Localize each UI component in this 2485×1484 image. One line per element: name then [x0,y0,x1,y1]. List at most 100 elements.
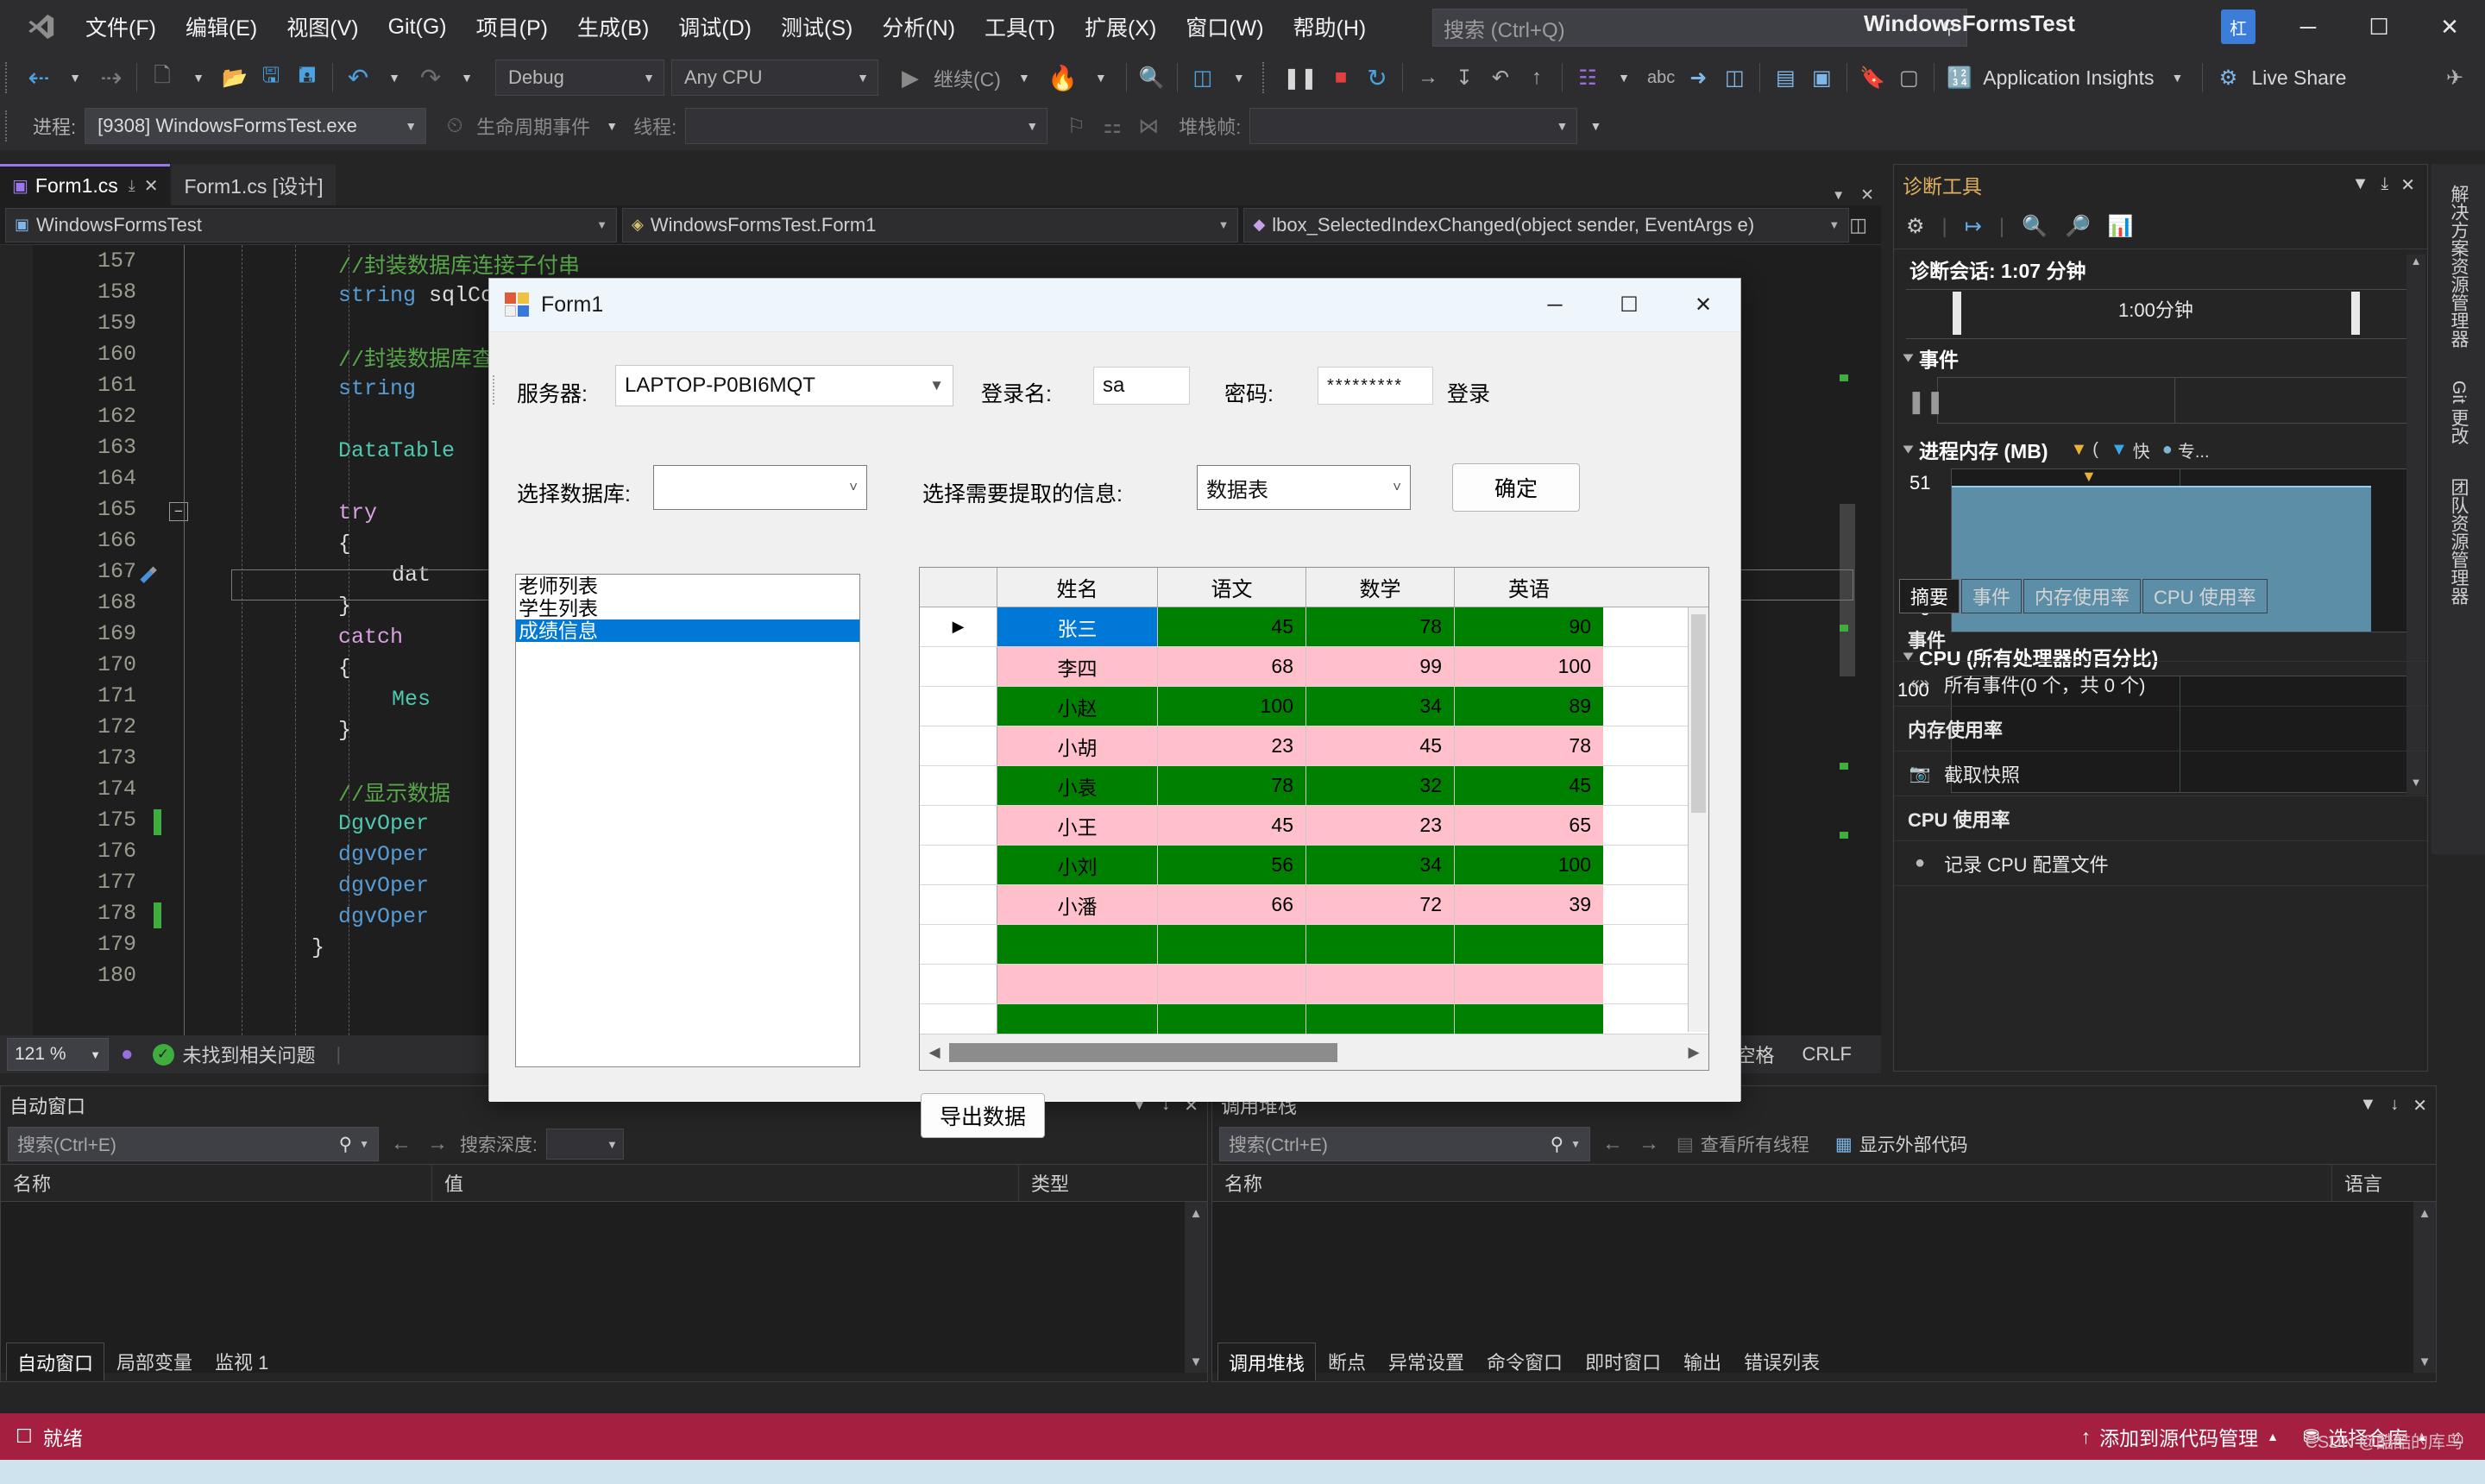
table-row[interactable]: ▶ 张三 45 78 90 [920,607,1708,647]
process-select[interactable]: [9308] WindowsFormsTest.exe ▼ [85,108,427,144]
vtab-solution-explorer[interactable]: 解决方案资源管理器 [2442,173,2475,360]
ptab-immediate-window[interactable]: 即时窗口 [1575,1343,1671,1380]
close-icon[interactable]: ✕ [2413,1095,2427,1116]
autos-col-name[interactable]: 名称 [1,1164,432,1202]
chart-icon[interactable]: 📊 [2108,214,2134,239]
window-layout-icon[interactable]: ◫ [1185,59,1221,97]
grid-col-math[interactable]: 数学 [1306,568,1455,607]
close-icon[interactable]: ✕ [144,175,159,197]
menu-item-help[interactable]: 帮助(H) [1279,4,1381,49]
flag-group-icon[interactable]: ⚏ [1094,107,1130,145]
table-cell[interactable]: 65 [1455,806,1603,845]
undo-icon[interactable]: ↶ [340,59,376,97]
table-cell[interactable] [1455,965,1603,1003]
code-line[interactable]: dat [392,559,431,590]
vtab-team-explorer[interactable]: 团队资源管理器 [2442,466,2475,617]
dtab-summary[interactable]: 摘要 [1899,579,1960,613]
table-cell[interactable]: 78 [1455,726,1603,765]
menu-item-edit[interactable]: 编辑(E) [171,4,272,49]
eol-indicator[interactable]: CRLF [1802,1043,1852,1066]
ptab-call-stack[interactable]: 调用堆栈 [1217,1343,1317,1380]
minimize-button[interactable]: ─ [2273,0,2343,53]
dtab-events[interactable]: 事件 [1961,579,2023,613]
login-button[interactable]: 登录 [1447,377,1490,408]
export-data-button[interactable]: 导出数据 [921,1093,1045,1138]
row-header[interactable] [920,846,997,884]
list-item[interactable]: 学生列表 [516,597,859,619]
summary-take-snapshot-row[interactable]: 📷 截取快照 [1894,751,2427,796]
table-cell[interactable] [1455,925,1603,964]
call-stack-scrollbar[interactable]: ▲ ▼ [2413,1202,2436,1373]
row-header[interactable] [920,965,997,1003]
table-row[interactable]: 小刘 56 34 100 [920,846,1708,885]
list-item[interactable]: 老师列表 [516,575,859,597]
lifecycle-dropdown-icon[interactable]: ▼ [594,107,630,145]
table-cell[interactable]: 89 [1455,687,1603,726]
summary-record-cpu-row[interactable]: ● 记录 CPU 配置文件 [1894,841,2427,886]
tab-strip-close-icon[interactable]: ✕ [1860,186,1874,205]
new-item-icon[interactable]: 🗋 [144,59,180,97]
vtab-git-changes[interactable]: Git 更改 [2442,368,2475,457]
ptab-autos[interactable]: 自动窗口 [6,1343,105,1380]
stop-icon[interactable]: ■ [1323,59,1359,97]
flag-icon[interactable]: ⚐ [1058,107,1094,145]
form-close-button[interactable]: ✕ [1666,279,1740,332]
menu-item-project[interactable]: 项目(P) [462,4,563,49]
table-row[interactable]: 小袁 78 32 45 [920,766,1708,806]
pin-icon[interactable]: ↓ [2390,1095,2399,1116]
grid-vscroll-thumb[interactable] [1691,614,1706,813]
code-line[interactable]: DataTable [338,435,455,466]
menu-item-debug[interactable]: 调试(D) [664,4,766,49]
editor-scrollbar[interactable] [1836,245,1859,1035]
debug-toolbar-grip[interactable] [5,110,16,141]
table-cell[interactable]: 39 [1455,885,1603,924]
scroll-left-icon[interactable]: ◀ [920,1044,949,1061]
solution-configuration-select[interactable]: Debug ▼ [495,60,664,96]
live-share-button[interactable]: Live Share [2246,59,2351,97]
table-cell[interactable]: 小刘 [997,846,1158,884]
hot-reload-dropdown-icon[interactable]: ▼ [1083,59,1119,97]
form-maximize-button[interactable]: ☐ [1592,279,1666,332]
table-cell[interactable]: 78 [1158,766,1306,805]
search-depth-select[interactable]: ▼ [545,1129,624,1160]
tab-form1-cs[interactable]: ▣ Form1.cs ⤓ ✕ [0,164,171,205]
menu-item-build[interactable]: 生成(B) [563,4,664,49]
table-cell[interactable]: 100 [1158,687,1306,726]
fold-toggle[interactable]: − [169,502,188,521]
stackframe-select[interactable]: ▼ [1249,108,1578,144]
chevron-down-icon[interactable]: ▼ [359,1138,369,1150]
ptab-command-window[interactable]: 命令窗口 [1476,1343,1573,1380]
view-all-threads-button[interactable]: ▤ 查看所有线程 [1677,1131,1809,1157]
continue-dropdown-icon[interactable]: ▼ [1006,59,1042,97]
table-row[interactable]: 小胡 23 45 78 [920,726,1708,766]
tab-form1-designer[interactable]: Form1.cs [设计] [172,164,336,205]
tab-list-dropdown-icon[interactable]: ▼ [1832,188,1845,203]
continue-play-icon[interactable]: ▶ [892,59,928,97]
ptab-locals[interactable]: 局部变量 [106,1343,203,1380]
scroll-up-icon[interactable]: ▲ [1185,1202,1207,1224]
lifecycle-events-icon[interactable]: ⏲ [437,107,473,145]
table-cell[interactable]: 66 [1158,885,1306,924]
export-icon[interactable]: ↦ [1965,214,1982,239]
data-grid-view[interactable]: 姓名 语文 数学 英语 ▶ 张三 45 78 90 李四 68 99 100 小赵 100 34 89 小… [919,567,1709,1071]
grid-col-chinese[interactable]: 语文 [1158,568,1306,607]
table-cell[interactable]: 68 [1158,647,1306,686]
breakpoint-icon[interactable] [136,561,159,583]
thread-marker-icon[interactable]: ☷ [1570,59,1606,97]
code-line[interactable]: } [311,932,324,963]
search-prev-icon[interactable]: ← [1599,1132,1626,1156]
continue-button[interactable]: 继续(C) [928,59,1006,97]
menu-item-window[interactable]: 窗口(W) [1171,4,1278,49]
toolbar-grip[interactable] [5,62,16,93]
table-cell[interactable]: 45 [1158,806,1306,845]
code-line[interactable]: DgvOper [338,808,429,839]
scroll-right-icon[interactable]: ▶ [1679,1044,1708,1061]
table-cell[interactable]: 56 [1158,846,1306,884]
code-line[interactable]: dgvOper [338,901,429,932]
dtab-memory[interactable]: 内存使用率 [2023,579,2142,613]
call-stack-col-language[interactable]: 语言 [2332,1164,2436,1202]
autos-search-input[interactable]: 搜索(Ctrl+E) ⚲ ▼ [8,1127,379,1161]
form-minimize-button[interactable]: ─ [1518,279,1592,332]
table-cell[interactable]: 小赵 [997,687,1158,726]
navbar-member-select[interactable]: ◆ lbox_SelectedIndexChanged(object sende… [1243,207,1850,242]
